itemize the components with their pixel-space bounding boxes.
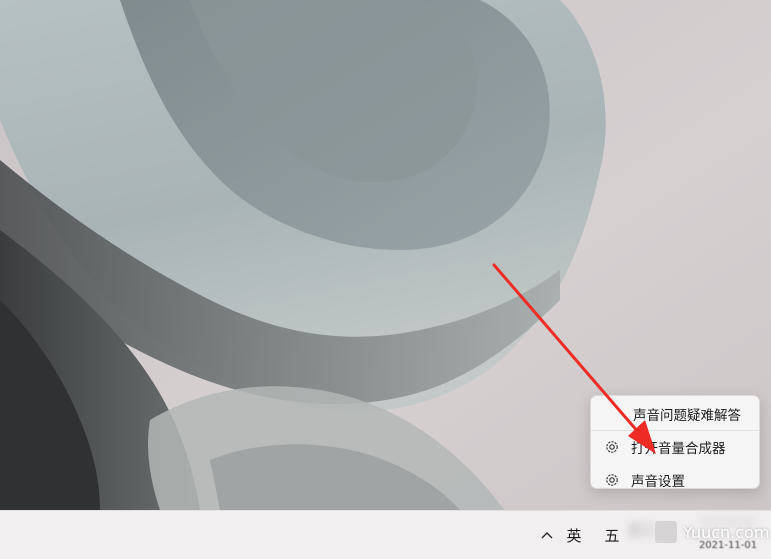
show-hidden-icons-button[interactable]: [538, 511, 556, 559]
gear-icon: [606, 441, 618, 453]
menu-item-label: 打开音量合成器: [631, 441, 726, 457]
volume-context-menu: 声音问题疑难解答 打开音量合成器 声音设置: [590, 395, 760, 489]
watermark-text: Yuucn.com: [683, 522, 770, 542]
menu-item-label: 声音问题疑难解答: [633, 408, 741, 424]
menu-item-sound-troubleshoot[interactable]: 声音问题疑难解答: [591, 399, 759, 429]
menu-separator: [591, 430, 759, 431]
menu-item-label: 声音设置: [631, 474, 685, 489]
gear-icon: [606, 474, 618, 486]
blurred-tray-icons: [628, 522, 658, 538]
watermark: Yuucn.com: [655, 518, 769, 546]
watermark-logo: [655, 521, 677, 543]
chevron-up-icon: [541, 532, 553, 539]
input-language-indicator[interactable]: 英: [564, 511, 584, 559]
menu-item-open-volume-mixer[interactable]: 打开音量合成器: [591, 432, 759, 462]
ime-mode-indicator[interactable]: 五: [602, 511, 622, 559]
menu-item-sound-settings[interactable]: 声音设置: [591, 465, 759, 489]
